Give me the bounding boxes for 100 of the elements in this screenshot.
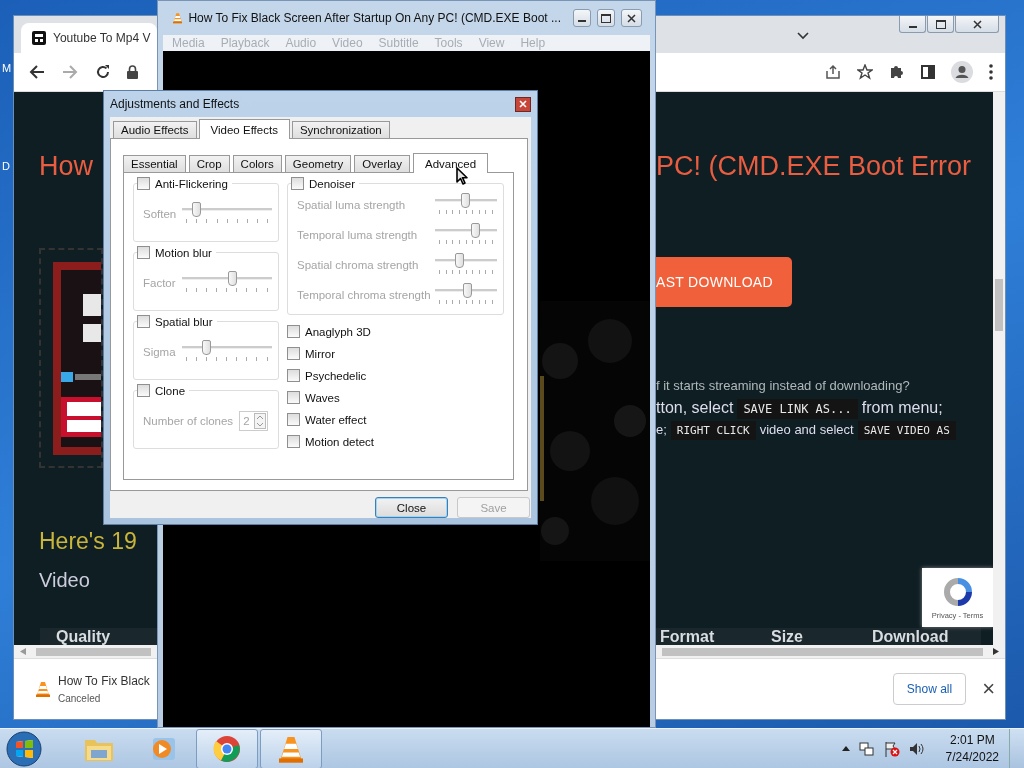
reload-icon[interactable] — [95, 64, 111, 80]
dialog-button[interactable]: Close — [375, 497, 448, 518]
slider[interactable] — [435, 283, 497, 307]
help-text: f it starts streaming instead of downloading? — [656, 378, 910, 393]
column-header: Download — [872, 629, 949, 645]
download-item[interactable]: How To Fix Black Canceled — [36, 674, 150, 704]
checkbox-label: Clone — [155, 384, 186, 397]
close-button[interactable] — [955, 16, 999, 33]
share-icon[interactable] — [825, 64, 841, 80]
minimize-button[interactable] — [899, 16, 926, 33]
tab[interactable]: Audio Effects — [113, 121, 197, 138]
slider-thumb[interactable] — [454, 253, 464, 268]
checkbox[interactable] — [291, 177, 304, 190]
slider[interactable] — [182, 201, 272, 226]
tab[interactable]: Crop — [188, 155, 230, 172]
star-icon[interactable] — [857, 64, 873, 80]
show-all-button[interactable]: Show all — [892, 673, 967, 705]
browser-tab[interactable]: Youtube To Mp4 V — [21, 23, 157, 53]
section-heading: Here's 19 — [39, 528, 137, 555]
checkbox-label: Denoiser — [309, 177, 356, 190]
slider-thumb[interactable] — [461, 193, 470, 208]
menu-icon[interactable] — [989, 64, 993, 80]
checkbox-label: Motion blur — [155, 246, 212, 259]
tab[interactable]: Essential — [123, 155, 186, 172]
clock[interactable]: 2:01 PM 7/24/2022 — [945, 733, 999, 764]
taskbar-button[interactable] — [260, 728, 322, 768]
desktop-icon-label: M — [2, 62, 12, 74]
checkbox[interactable] — [287, 435, 300, 448]
checkbox-label: Psychedelic — [305, 369, 367, 382]
maximize-button[interactable] — [597, 9, 616, 27]
puzzle-icon[interactable] — [889, 64, 905, 80]
tab[interactable]: Colors — [232, 155, 282, 172]
slider-label: Spatial luma strength — [297, 199, 406, 211]
checkbox[interactable] — [287, 391, 300, 404]
tab[interactable]: Advanced — [412, 153, 489, 173]
checkbox[interactable] — [287, 347, 300, 360]
close-button[interactable] — [621, 9, 642, 27]
close-button[interactable]: × — [978, 676, 999, 702]
chevron-down-icon[interactable] — [797, 32, 809, 40]
checkbox[interactable] — [287, 325, 300, 338]
checkbox-label: Motion detect — [305, 435, 375, 448]
up-arrow-icon[interactable] — [841, 746, 850, 751]
slider[interactable] — [435, 193, 497, 217]
cone-icon — [36, 681, 50, 697]
spinner-arrows-icon[interactable] — [253, 412, 266, 429]
slider[interactable] — [181, 339, 272, 364]
checkbox[interactable] — [287, 369, 300, 382]
cone-icon — [173, 10, 183, 26]
close-icon — [627, 13, 637, 23]
lock-icon[interactable] — [127, 65, 138, 79]
column-header: Size — [771, 629, 803, 645]
network-icon[interactable] — [858, 740, 875, 757]
slider[interactable] — [181, 270, 272, 295]
slider[interactable] — [435, 223, 497, 247]
maximize-button[interactable] — [927, 16, 954, 33]
checkbox-label: Anti-Flickering — [155, 177, 228, 190]
column-header: Quality — [56, 629, 111, 645]
scrollbar[interactable] — [993, 92, 1005, 645]
slider-thumb[interactable] — [463, 283, 473, 298]
desktop-icon-label: D — [2, 160, 11, 172]
slider-thumb[interactable] — [228, 270, 237, 286]
checkbox[interactable] — [137, 315, 150, 328]
site-logo-icon — [31, 30, 47, 46]
profile-icon[interactable] — [951, 61, 973, 83]
checkbox-label: Waves — [305, 391, 340, 404]
slider-thumb[interactable] — [202, 339, 212, 355]
window-title: How To Fix Black Screen After Startup On Any PC! (CMD.EXE Boot ... — [188, 11, 561, 25]
checkbox-label: Spatial blur — [155, 315, 213, 328]
flag-icon[interactable] — [883, 740, 900, 757]
minimize-button[interactable] — [573, 9, 592, 27]
taskbar-button[interactable] — [196, 728, 258, 768]
tab[interactable]: Geometry — [284, 155, 352, 172]
tab[interactable]: Overlay — [354, 155, 410, 172]
instruction-text: tton, select SAVE LINK AS... from menu; — [656, 399, 943, 417]
checkbox-label: Mirror — [305, 347, 336, 360]
checkbox[interactable] — [137, 177, 150, 190]
left-arrow-icon[interactable] — [20, 648, 26, 655]
tab[interactable]: Synchronization — [291, 121, 390, 138]
ad-banner[interactable] — [39, 248, 103, 468]
right-arrow-icon[interactable] — [993, 648, 999, 655]
tab[interactable]: Video Effects — [198, 119, 290, 139]
checkbox[interactable] — [137, 384, 150, 397]
slider-thumb[interactable] — [471, 223, 481, 238]
close-button[interactable] — [515, 96, 531, 112]
clock-date: 7/24/2022 — [945, 750, 999, 764]
slider-thumb[interactable] — [191, 201, 201, 217]
start-button[interactable] — [6, 730, 42, 767]
slider-label: Spatial chroma strength — [297, 259, 419, 271]
slider[interactable] — [435, 253, 497, 277]
checkbox-label: Anaglyph 3D — [305, 325, 371, 338]
scrollbar[interactable] — [656, 645, 1005, 658]
checkbox[interactable] — [137, 246, 150, 259]
column-header: Format — [660, 629, 715, 645]
scrollbar[interactable] — [14, 645, 157, 658]
sidebar-icon[interactable] — [921, 65, 935, 79]
checkbox[interactable] — [287, 413, 300, 426]
forward-icon[interactable] — [62, 64, 78, 80]
file-name: How To Fix Black — [58, 674, 150, 688]
show-desktop-button[interactable] — [1009, 728, 1024, 768]
back-icon[interactable] — [29, 64, 45, 80]
